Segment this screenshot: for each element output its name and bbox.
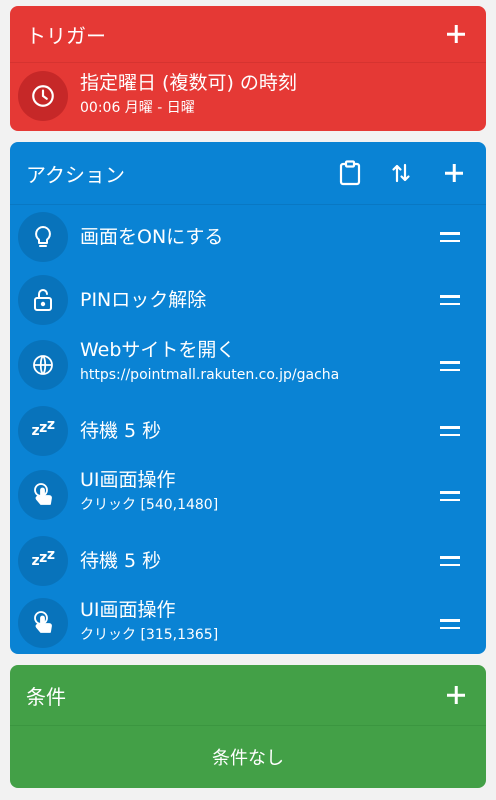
drag-handle-icon[interactable] bbox=[440, 619, 460, 629]
trigger-item[interactable]: 指定曜日 (複数可) の時刻 00:06 月曜 - 日曜 bbox=[10, 63, 486, 131]
drag-handle-icon[interactable] bbox=[440, 556, 460, 566]
conditions-card: 条件 条件なし bbox=[10, 665, 486, 788]
drag-handle-icon[interactable] bbox=[440, 426, 460, 436]
clipboard-icon[interactable] bbox=[338, 160, 362, 186]
clock-icon bbox=[18, 71, 68, 121]
drag-handle-icon[interactable] bbox=[440, 295, 460, 305]
trigger-header: トリガー bbox=[10, 6, 486, 62]
conditions-header: 条件 bbox=[10, 665, 486, 725]
action-item[interactable]: UI画面操作 クリック [540,1480] bbox=[10, 462, 486, 530]
action-item[interactable]: zzz 待機 5 秒 bbox=[10, 530, 486, 592]
add-condition-button[interactable] bbox=[442, 681, 470, 709]
drag-handle-icon[interactable] bbox=[440, 232, 460, 242]
trigger-title: トリガー bbox=[26, 23, 106, 48]
action-item[interactable]: zzz 待機 5 秒 bbox=[10, 400, 486, 462]
action-item[interactable]: UI画面操作 クリック [315,1365] bbox=[10, 592, 486, 654]
action-item-title: 待機 5 秒 bbox=[80, 420, 162, 442]
lightbulb-icon bbox=[18, 212, 68, 262]
trigger-item-subtitle: 00:06 月曜 - 日曜 bbox=[80, 100, 195, 116]
action-item-title: 画面をONにする bbox=[80, 226, 224, 248]
sort-icon[interactable] bbox=[390, 161, 412, 185]
action-item-title: Webサイトを開く bbox=[80, 339, 236, 361]
unlock-icon bbox=[18, 275, 68, 325]
globe-icon bbox=[18, 340, 68, 390]
touch-icon bbox=[18, 470, 68, 520]
no-conditions-label: 条件なし bbox=[212, 748, 284, 769]
actions-header: アクション bbox=[10, 142, 486, 204]
action-item-title: UI画面操作 bbox=[80, 599, 176, 621]
touch-icon bbox=[18, 598, 68, 648]
action-item-title: UI画面操作 bbox=[80, 469, 176, 491]
drag-handle-icon[interactable] bbox=[440, 491, 460, 501]
conditions-title: 条件 bbox=[26, 684, 66, 709]
action-item-title: 待機 5 秒 bbox=[80, 550, 162, 572]
action-item-subtitle: クリック [540,1480] bbox=[80, 497, 219, 513]
action-item-title: PINロック解除 bbox=[80, 289, 207, 311]
action-item-subtitle: https://pointmall.rakuten.co.jp/gacha bbox=[80, 367, 340, 383]
sleep-icon: zzz bbox=[18, 406, 68, 456]
trigger-item-title: 指定曜日 (複数可) の時刻 bbox=[80, 72, 297, 94]
actions-title: アクション bbox=[26, 162, 125, 187]
add-action-button[interactable] bbox=[440, 159, 468, 187]
action-item-subtitle: クリック [315,1365] bbox=[80, 627, 219, 643]
action-item[interactable]: PINロック解除 bbox=[10, 269, 486, 331]
add-trigger-button[interactable] bbox=[442, 20, 470, 48]
sleep-icon: zzz bbox=[18, 536, 68, 586]
action-item[interactable]: Webサイトを開く https://pointmall.rakuten.co.j… bbox=[10, 332, 486, 400]
trigger-card: トリガー 指定曜日 (複数可) の時刻 00:06 月曜 - 日曜 bbox=[10, 6, 486, 131]
action-item[interactable]: 画面をONにする bbox=[10, 205, 486, 269]
drag-handle-icon[interactable] bbox=[440, 361, 460, 371]
actions-card: アクション 画面をONにする PINロック解除 Webサイトを開く https:… bbox=[10, 142, 486, 654]
